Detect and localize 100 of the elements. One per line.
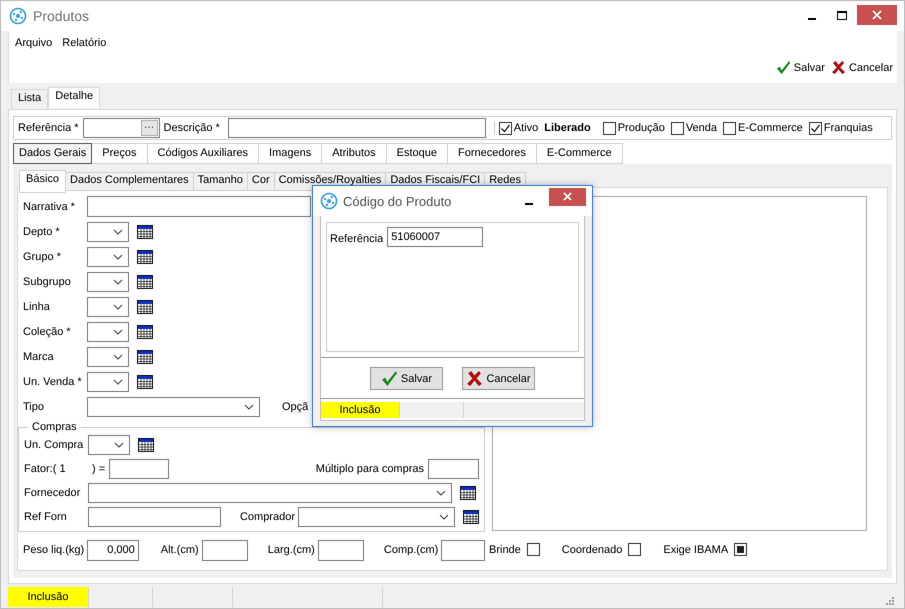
tab[interactable]: Dados Gerais (13, 143, 92, 164)
field-label: Ref Forn (24, 511, 68, 523)
measure-field[interactable]: 0,000 (87, 540, 139, 560)
checkbox[interactable] (670, 122, 684, 134)
checkbox[interactable] (723, 122, 736, 134)
measure-field[interactable] (318, 540, 364, 560)
field-label: Referência (330, 233, 384, 245)
caret-icon (113, 328, 123, 334)
field-label: Subgrupo (23, 276, 72, 288)
supplier-ref-field[interactable] (88, 507, 221, 527)
checkbox[interactable] (628, 543, 642, 556)
factor-field[interactable] (109, 459, 169, 479)
field-label: Un. Venda * (23, 376, 83, 388)
checkbox[interactable] (498, 122, 512, 134)
table-icon[interactable] (137, 350, 153, 364)
field-label: Referência * (18, 122, 79, 134)
checkbox-label[interactable]: Produção (618, 122, 665, 134)
tab[interactable]: Dados Complementares (66, 172, 194, 191)
dropdown[interactable] (298, 507, 455, 527)
field-label: Linha (23, 300, 51, 312)
toolbar-button[interactable]: Cancelar (830, 60, 893, 75)
checkbox[interactable] (526, 543, 540, 556)
checkbox-label[interactable]: Ativo (514, 122, 538, 134)
field-label: Coleção * (23, 326, 72, 338)
caret-icon (113, 278, 123, 284)
checkbox-label[interactable]: Exige IBAMA (663, 544, 728, 556)
dropdown[interactable] (88, 483, 452, 503)
tab[interactable]: Detalhe (48, 87, 100, 108)
checkbox-label[interactable]: E-Commerce (738, 122, 803, 134)
window-title: Produtos (33, 8, 90, 24)
group-title: Compras (31, 421, 78, 433)
field-label: ) = (92, 463, 106, 475)
table-icon[interactable] (137, 324, 153, 338)
tab[interactable]: Fornecedores (448, 143, 537, 164)
checkbox[interactable] (808, 122, 822, 134)
caret-icon (113, 354, 123, 360)
reference-field[interactable]: ··· (82, 118, 160, 138)
narrative-field[interactable] (87, 196, 311, 217)
status-mode: Inclusão (321, 402, 400, 418)
field-label: Depto * (23, 226, 61, 238)
close-icon[interactable] (549, 188, 586, 206)
dropdown[interactable] (87, 272, 129, 292)
caret-icon (113, 378, 123, 384)
field-label: Fornecedor (24, 487, 82, 499)
caret-icon (244, 404, 254, 410)
app-icon (9, 7, 27, 25)
menu-item[interactable]: Relatório (62, 37, 106, 49)
checkbox-label[interactable]: Coordenado (562, 544, 622, 556)
table-icon[interactable] (137, 224, 153, 238)
checkbox-label[interactable]: Venda (686, 122, 718, 134)
status-label: Liberado (544, 122, 591, 134)
field-label: Narrativa * (23, 200, 76, 212)
checkbox[interactable] (602, 122, 616, 134)
field-label: Comp.(cm) (384, 544, 438, 556)
field-label: Tipo (23, 400, 45, 412)
dropdown[interactable] (87, 222, 129, 242)
dialog-button[interactable]: Salvar (370, 367, 443, 390)
reference-field[interactable]: 51060007 (387, 227, 484, 247)
field-label: Comprador (240, 511, 295, 523)
table-icon[interactable] (137, 300, 153, 314)
table-icon[interactable] (460, 486, 476, 500)
caret-icon (113, 254, 123, 260)
tab[interactable]: Códigos Auxiliares (148, 143, 260, 164)
table-icon[interactable] (138, 438, 154, 452)
dropdown[interactable] (87, 372, 129, 392)
dropdown[interactable] (87, 246, 129, 266)
table-icon[interactable] (137, 250, 153, 264)
checkbox[interactable] (734, 543, 748, 556)
status-mode: Inclusão (8, 587, 89, 607)
dialog-button[interactable]: Cancelar (462, 367, 535, 390)
toolbar-button[interactable]: Salvar (776, 60, 825, 75)
table-icon[interactable] (137, 274, 153, 288)
dropdown[interactable] (87, 322, 129, 342)
multiple-field[interactable] (428, 459, 479, 479)
checkbox-label[interactable]: Brinde (489, 544, 521, 556)
tab[interactable]: Lista (11, 89, 48, 109)
measure-field[interactable] (441, 540, 485, 560)
field-label: Marca (23, 350, 55, 362)
caret-icon (113, 304, 123, 310)
menu-item[interactable]: Arquivo (15, 37, 52, 49)
tab[interactable]: Tamanho (194, 172, 248, 191)
dropdown[interactable] (87, 396, 260, 416)
field-label: Alt.(cm) (160, 544, 199, 556)
tab[interactable]: Básico (19, 170, 66, 193)
table-icon[interactable] (137, 374, 153, 388)
dropdown[interactable] (87, 296, 129, 316)
tab[interactable]: Cor (248, 172, 275, 191)
measure-field[interactable] (202, 540, 248, 560)
dropdown[interactable] (88, 435, 130, 455)
close-icon[interactable] (857, 5, 897, 25)
field-label: Peso liq.(kg) (23, 544, 84, 556)
checkbox-label[interactable]: Franquias (824, 122, 873, 134)
field-label: Larg.(cm) (268, 544, 315, 556)
description-field[interactable] (228, 118, 486, 138)
resize-grip-icon[interactable] (885, 596, 895, 606)
table-icon[interactable] (463, 510, 479, 524)
lookup-button[interactable]: ··· (140, 120, 158, 136)
dropdown[interactable] (87, 346, 129, 366)
check-icon (776, 60, 791, 75)
field-label: Fator:( 1 (24, 463, 67, 475)
